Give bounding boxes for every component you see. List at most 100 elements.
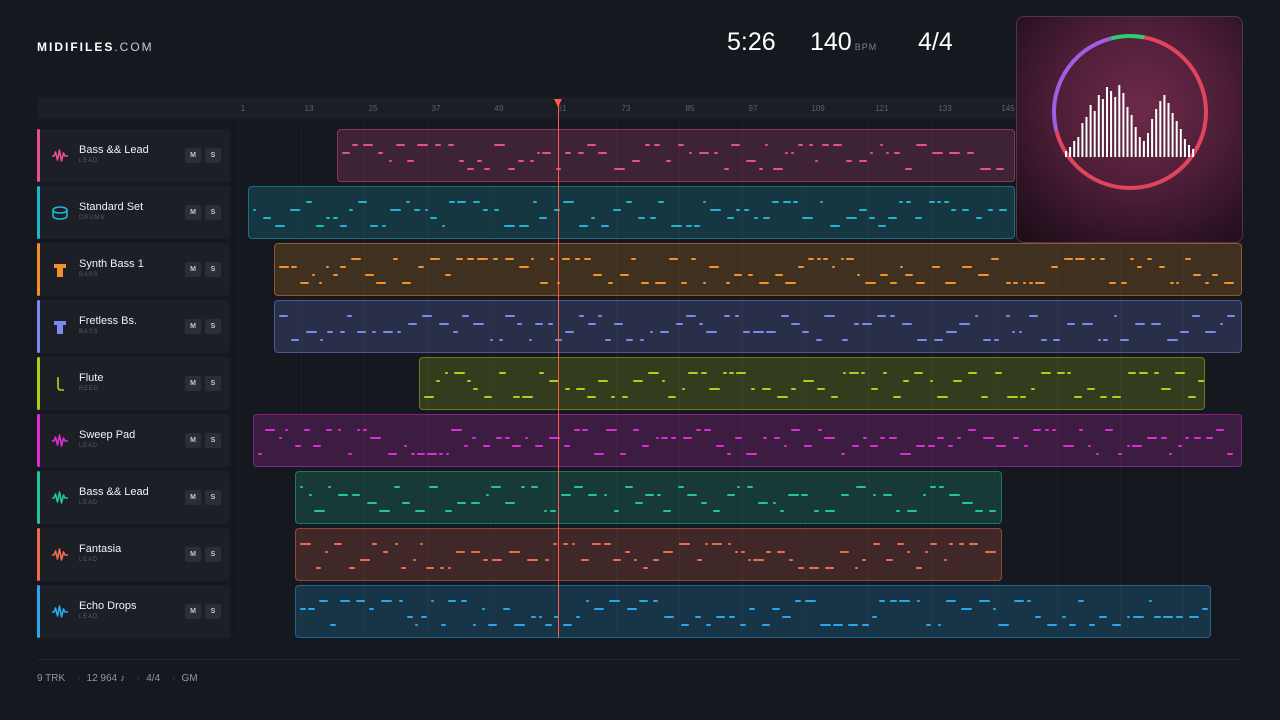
midi-note xyxy=(503,608,510,610)
midi-note xyxy=(1185,258,1191,260)
midi-note xyxy=(980,168,991,170)
midi-note xyxy=(1154,372,1159,374)
midi-note xyxy=(841,258,844,260)
midi-note xyxy=(639,600,648,602)
midi-note xyxy=(916,282,925,284)
midi-note xyxy=(871,388,878,390)
midi-note xyxy=(561,494,571,496)
midi-note xyxy=(801,494,808,496)
midi-note xyxy=(820,201,823,203)
midi-note xyxy=(766,551,771,553)
midi-clip[interactable] xyxy=(295,471,1002,524)
midi-note xyxy=(312,274,315,276)
midi-note xyxy=(712,543,722,545)
midi-note xyxy=(645,144,650,146)
midi-clip[interactable] xyxy=(295,585,1211,638)
midi-clip[interactable] xyxy=(253,414,1242,467)
midi-note xyxy=(817,388,825,390)
midi-note xyxy=(504,225,515,227)
midi-note xyxy=(1118,453,1122,455)
midi-note xyxy=(676,323,683,325)
midi-note xyxy=(613,209,621,211)
midi-note xyxy=(668,396,676,398)
visualizer-bar xyxy=(1163,95,1166,157)
midi-note xyxy=(859,209,867,211)
midi-note xyxy=(1137,266,1142,268)
midi-note xyxy=(411,453,415,455)
midi-note xyxy=(795,600,801,602)
midi-note xyxy=(562,258,570,260)
midi-note xyxy=(424,396,434,398)
midi-note xyxy=(1178,445,1182,447)
midi-note xyxy=(620,453,626,455)
midi-note xyxy=(491,486,501,488)
midi-note xyxy=(527,559,538,561)
midi-note xyxy=(782,616,791,618)
midi-note xyxy=(880,274,888,276)
midi-note xyxy=(1031,388,1035,390)
midi-note xyxy=(773,502,776,504)
midi-note xyxy=(604,494,607,496)
midi-note xyxy=(493,258,498,260)
midi-note xyxy=(686,315,696,317)
midi-note xyxy=(934,339,943,341)
midi-note xyxy=(1103,339,1108,341)
midi-note xyxy=(291,339,299,341)
midi-note xyxy=(746,160,756,162)
midi-note xyxy=(1169,453,1172,455)
midi-note xyxy=(349,209,353,211)
midi-note xyxy=(1100,258,1105,260)
midi-note xyxy=(654,144,660,146)
midi-note xyxy=(588,323,596,325)
midi-note xyxy=(735,315,739,317)
playhead[interactable] xyxy=(558,104,559,638)
midi-note xyxy=(505,258,514,260)
midi-note xyxy=(415,510,425,512)
midi-note xyxy=(540,282,548,284)
midi-note xyxy=(320,339,323,341)
midi-note xyxy=(701,372,707,374)
midi-note xyxy=(930,380,933,382)
midi-note xyxy=(785,152,788,154)
midi-note xyxy=(457,201,466,203)
midi-note xyxy=(937,396,948,398)
midi-note xyxy=(614,510,619,512)
midi-clip[interactable] xyxy=(295,528,1002,581)
midi-note xyxy=(505,502,515,504)
midi-note xyxy=(531,486,538,488)
visualizer-bar xyxy=(1171,113,1174,157)
midi-note xyxy=(832,266,835,268)
midi-clip[interactable] xyxy=(274,243,1242,296)
midi-note xyxy=(932,152,943,154)
midi-note xyxy=(499,372,506,374)
midi-note xyxy=(900,266,903,268)
midi-note xyxy=(744,209,749,211)
midi-clip[interactable] xyxy=(419,357,1205,410)
midi-note xyxy=(531,616,536,618)
midi-note xyxy=(279,437,282,439)
midi-note xyxy=(746,453,757,455)
midi-note xyxy=(1014,600,1024,602)
visualizer-ring xyxy=(1054,34,1208,190)
midi-note xyxy=(846,258,854,260)
midi-clip[interactable] xyxy=(274,300,1242,353)
midi-clip[interactable] xyxy=(337,129,1015,182)
midi-clip[interactable] xyxy=(248,186,1015,239)
midi-note xyxy=(421,616,427,618)
midi-note xyxy=(313,445,321,447)
midi-note xyxy=(849,372,859,374)
midi-note xyxy=(564,445,570,447)
midi-note xyxy=(369,608,374,610)
midi-note xyxy=(846,217,857,219)
visualizer-bar xyxy=(1134,127,1137,157)
midi-note xyxy=(809,144,813,146)
midi-note xyxy=(414,209,420,211)
midi-note xyxy=(877,315,886,317)
midi-note xyxy=(574,429,580,431)
midi-note xyxy=(915,217,922,219)
midi-note xyxy=(991,258,999,260)
midi-note xyxy=(791,429,800,431)
midi-note xyxy=(467,168,474,170)
visualizer-bar xyxy=(1118,85,1121,157)
midi-note xyxy=(841,494,849,496)
